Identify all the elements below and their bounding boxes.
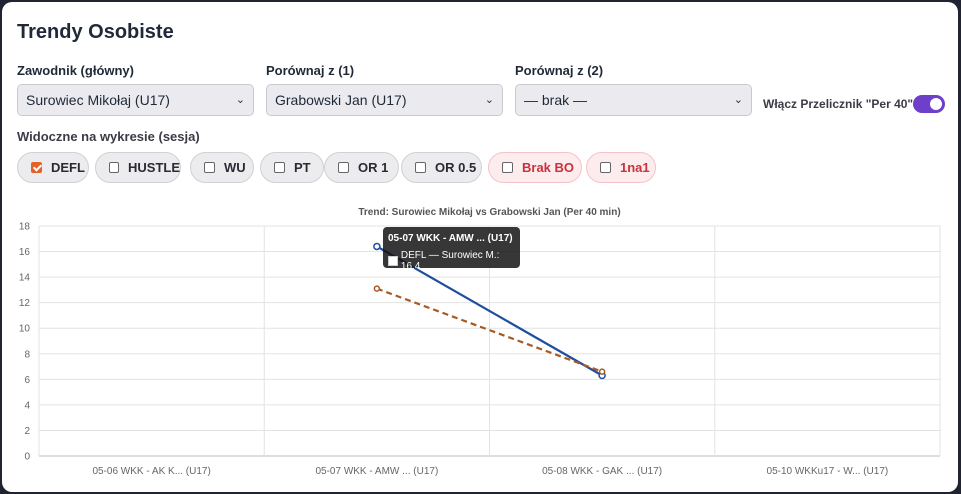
y-tick-label: 18 xyxy=(19,222,31,233)
chart-title: Trend: Surowiec Mikołaj vs Grabowski Jan… xyxy=(358,207,620,218)
trends-card: Trendy Osobiste Zawodnik (główny) Porówn… xyxy=(2,2,958,492)
y-tick-label: 0 xyxy=(24,452,30,463)
y-tick-label: 6 xyxy=(24,375,30,386)
y-tick-label: 10 xyxy=(19,324,31,335)
y-tick-label: 16 xyxy=(19,247,31,258)
data-point xyxy=(373,285,381,292)
tooltip-title: 05-07 WKK - AMW ... (U17) xyxy=(388,233,513,244)
y-tick-label: 12 xyxy=(19,298,31,309)
data-point xyxy=(598,368,606,375)
chart-tooltip: 05-07 WKK - AMW ... (U17) DEFL — Surowie… xyxy=(383,227,520,272)
x-tick-label: 05-06 WKK - AK K... (U17) xyxy=(92,466,210,477)
x-tick-label: 05-08 WKK - GAK ... (U17) xyxy=(542,466,662,477)
x-tick-label: 05-10 WKKu17 - W... (U17) xyxy=(767,466,889,477)
y-tick-label: 14 xyxy=(19,273,31,284)
tooltip-text: DEFL — Surowiec M.: 16.4 xyxy=(400,250,500,272)
y-tick-label: 4 xyxy=(24,400,30,411)
tooltip-swatch xyxy=(388,256,398,266)
y-tick-label: 2 xyxy=(24,426,30,437)
y-tick-label: 8 xyxy=(24,349,30,360)
data-point xyxy=(373,242,381,251)
x-tick-label: 05-07 WKK - AMW ... (U17) xyxy=(315,466,438,477)
tooltip-body: DEFL — Surowiec M.: 16.4 xyxy=(388,250,520,272)
